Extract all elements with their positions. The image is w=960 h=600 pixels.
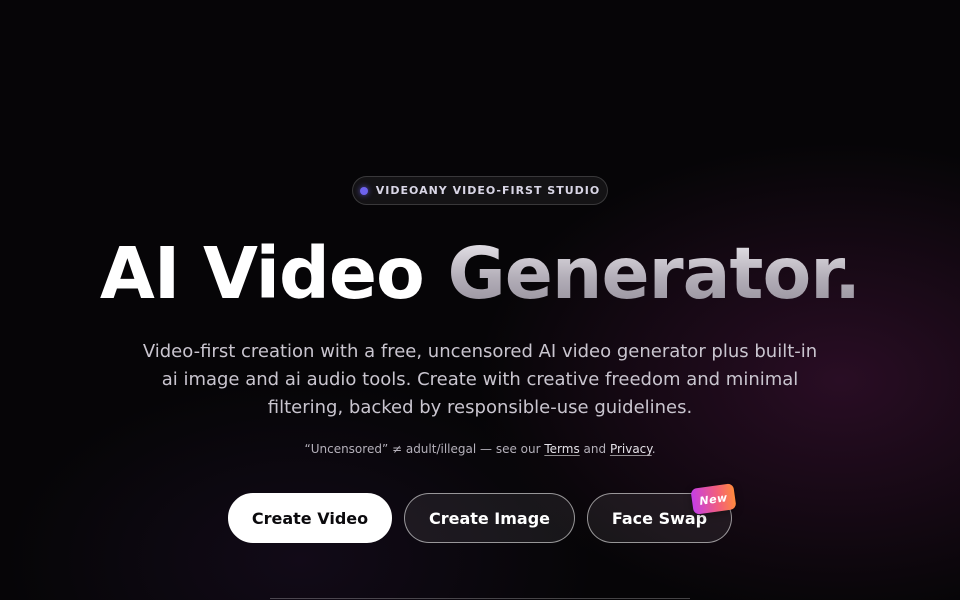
create-image-button[interactable]: Create Image (404, 493, 575, 543)
hero-subtitle: Video-first creation with a free, uncens… (142, 341, 818, 418)
hero-section: VIDEOANY VIDEO-FIRST STUDIO AI Video Gen… (0, 0, 960, 600)
badge-label: VIDEOANY VIDEO-FIRST STUDIO (375, 184, 601, 197)
page-title: AI Video Generator. (0, 232, 960, 316)
status-dot-icon (359, 186, 368, 195)
terms-link[interactable]: Terms (544, 442, 579, 456)
disclaimer-suffix: . (651, 442, 656, 456)
studio-badge: VIDEOANY VIDEO-FIRST STUDIO (352, 176, 608, 205)
disclaimer-note: “Uncensored” ≠ adult/illegal — see our T… (0, 440, 960, 458)
title-part-ai-video: AI Video (99, 232, 425, 315)
disclaimer-and: and (583, 442, 607, 456)
title-part-generator: Generator. (447, 232, 861, 315)
create-video-button[interactable]: Create Video (228, 493, 392, 543)
privacy-link[interactable]: Privacy (610, 442, 652, 456)
bottom-divider (270, 598, 690, 599)
disclaimer-prefix: “Uncensored” ≠ adult/illegal — see our (304, 442, 541, 456)
